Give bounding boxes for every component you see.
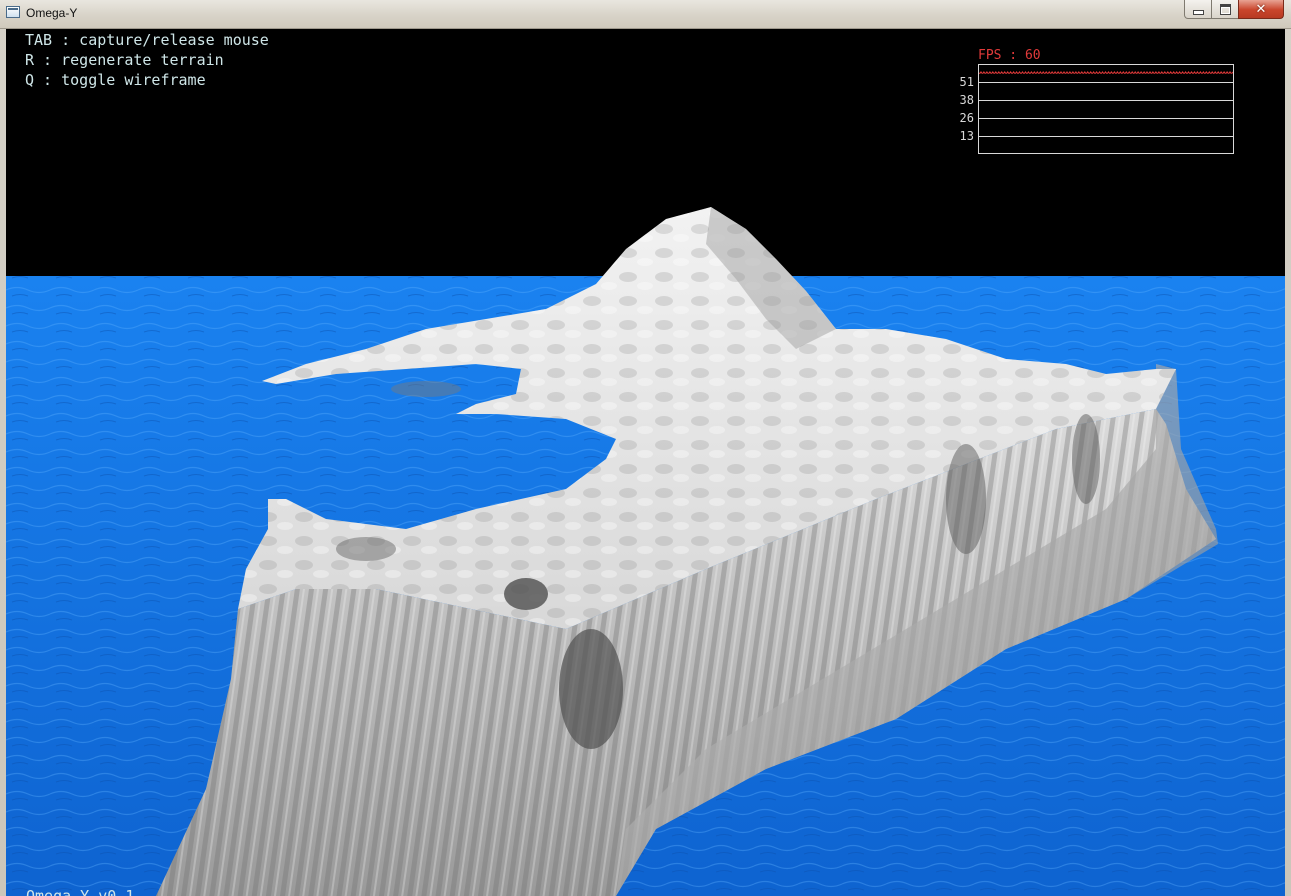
app-window: Omega-Y ✕ TAB: capture/release mouse R … [0,0,1291,896]
fps-tick-label: 26 [959,111,974,125]
maximize-icon [1219,3,1231,15]
help-line-regenerate: R : regenerate terrain [25,51,224,69]
terrain-dark-patch-1 [504,578,548,610]
window-title: Omega-Y [26,6,78,20]
fps-gridline [979,136,1233,137]
minimize-button[interactable] [1184,0,1212,19]
app-window-icon [6,6,20,18]
version-label: Omega-Y v0.1 [26,887,135,896]
fps-graph [978,64,1234,154]
help-line-tab: TAB : capture/release mouse [25,31,269,49]
render-viewport[interactable]: TAB : capture/release mouse R : regenera… [6,29,1285,896]
terrain-dark-patch-2 [559,629,623,749]
fps-gridline [979,82,1233,83]
terrain-dark-patch-4 [946,444,986,554]
controls-help: TAB : capture/release mouse R : regenera… [25,30,269,90]
fps-gridline [979,100,1233,101]
terrain-dark-patch-6 [391,381,461,397]
fps-readout: FPS : 60 [978,48,1041,63]
close-button[interactable]: ✕ [1238,0,1284,19]
terrain-scene [6,29,1285,896]
fps-tick-label: 13 [959,129,974,143]
fps-tick-label: 38 [959,93,974,107]
fps-tick-label: 51 [959,75,974,89]
fps-gridline [979,118,1233,119]
terrain-dark-patch-5 [1072,414,1100,504]
help-line-wireframe: Q : toggle wireframe [25,71,206,89]
close-icon: ✕ [1255,1,1267,17]
title-bar[interactable]: Omega-Y ✕ [0,0,1291,29]
minimize-icon [1192,9,1204,15]
terrain-dark-patch-3 [336,537,396,561]
maximize-button[interactable] [1211,0,1239,19]
